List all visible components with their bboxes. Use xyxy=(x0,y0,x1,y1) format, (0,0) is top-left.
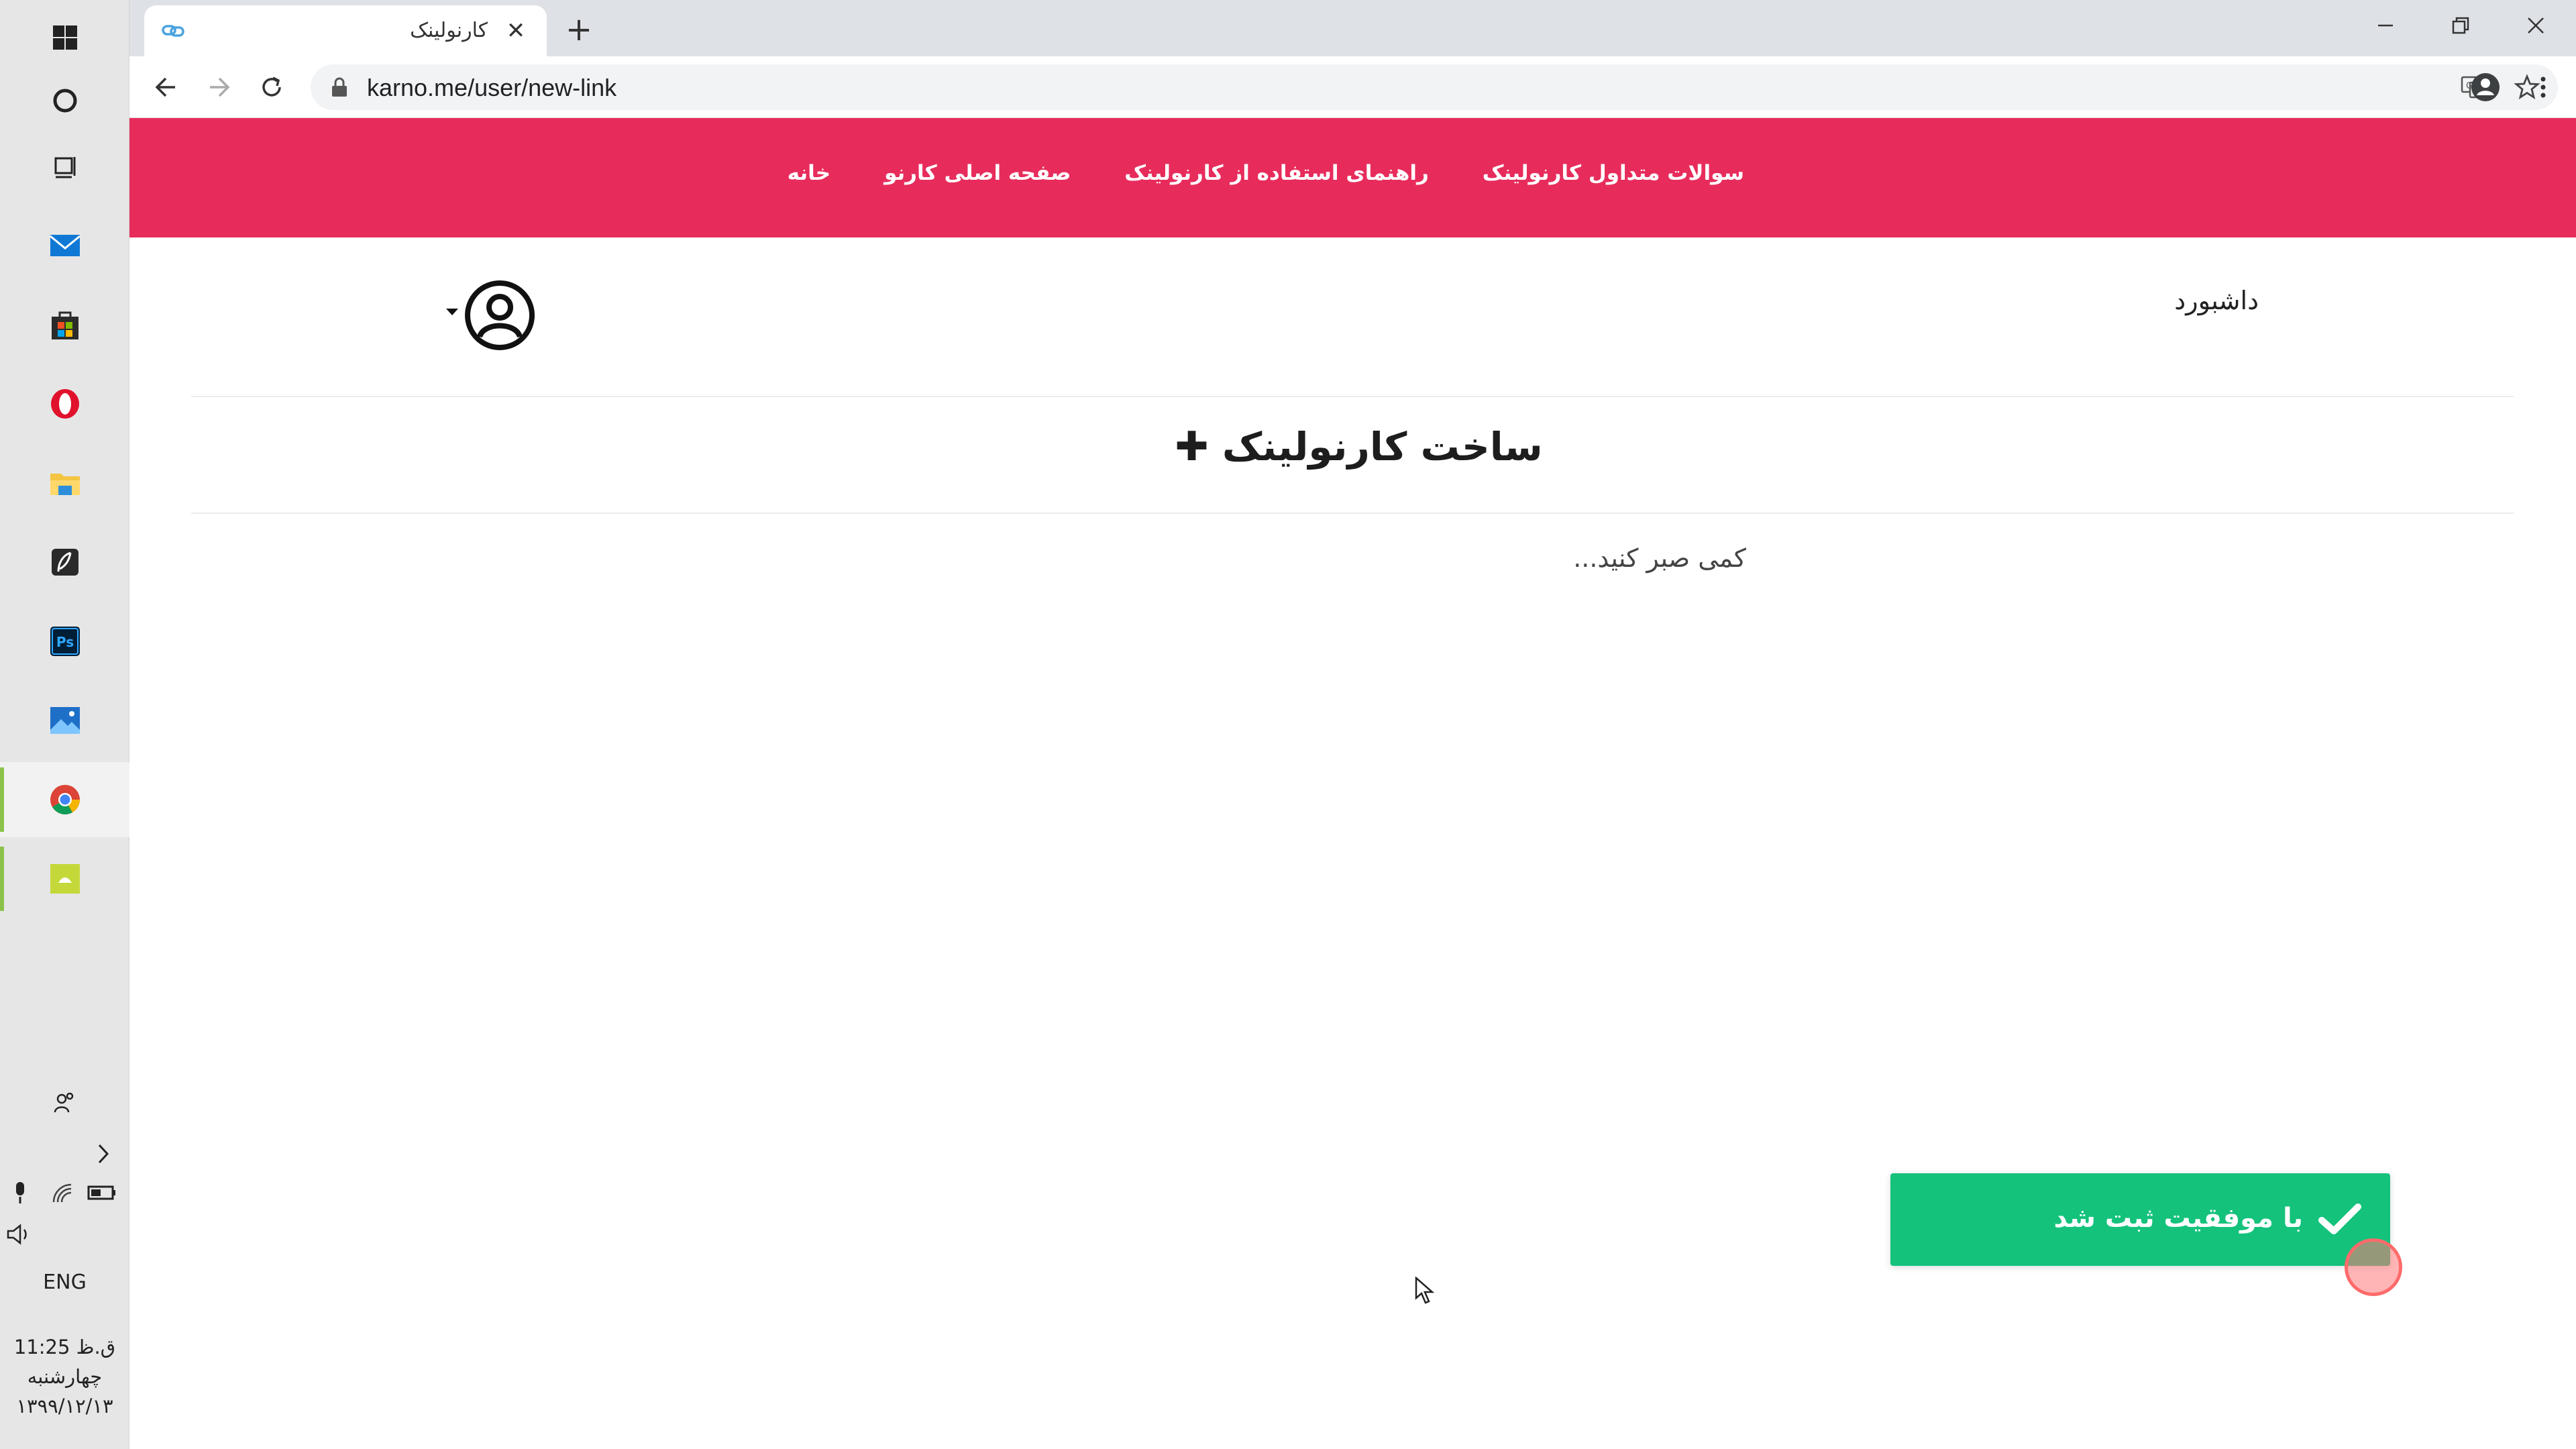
checkmark-icon xyxy=(2318,1203,2361,1234)
close-tab-icon[interactable]: ✕ xyxy=(502,17,529,44)
chrome-app[interactable] xyxy=(0,762,129,837)
reload-icon xyxy=(262,76,281,97)
windows-start-icon xyxy=(52,25,77,50)
opera-app[interactable] xyxy=(0,366,129,441)
green-app[interactable] xyxy=(0,841,129,916)
photoshop-app[interactable]: Ps xyxy=(0,604,129,679)
svg-text:Ps: Ps xyxy=(56,634,73,650)
mouse-cursor-icon xyxy=(1415,1277,1434,1304)
nav-link-faq[interactable]: سوالات متداول کارنولینک xyxy=(1483,161,1744,185)
dashboard-link[interactable]: داشبورد xyxy=(2174,286,2259,315)
address-bar[interactable]: karno.me/user/new-link G xyxy=(311,64,2558,110)
site-navbar: خانه صفحه اصلی کارنو راهنمای استفاده از … xyxy=(129,118,2576,237)
close-window-button[interactable] xyxy=(2498,0,2573,51)
photos-icon xyxy=(50,707,80,734)
photoshop-icon: Ps xyxy=(50,627,80,656)
show-hidden-icons-chevron-icon[interactable] xyxy=(89,1138,118,1170)
battery-icon[interactable] xyxy=(86,1178,118,1208)
microsoft-store-icon xyxy=(51,311,78,339)
divider xyxy=(191,396,2514,397)
mail-icon xyxy=(49,235,80,256)
close-icon xyxy=(2528,17,2544,34)
mail-app[interactable] xyxy=(0,208,129,283)
nav-link-guide[interactable]: راهنمای استفاده از کارنولینک xyxy=(1124,161,1429,185)
toast-message: با موفقیت ثبت شد xyxy=(2053,1203,2303,1234)
tab-title: کارنولینک xyxy=(410,19,488,42)
volume-icon[interactable] xyxy=(4,1220,34,1249)
nav-link-home[interactable]: خانه xyxy=(788,161,830,185)
nav-links: خانه صفحه اصلی کارنو راهنمای استفاده از … xyxy=(788,161,1744,185)
clock-weekday[interactable]: چهارشنبه xyxy=(0,1362,129,1391)
success-toast[interactable]: با موفقیت ثبت شد xyxy=(1890,1173,2390,1266)
clock-date[interactable]: ۱۳۹۹/۱۲/۱۳ xyxy=(0,1391,129,1421)
file-explorer-icon xyxy=(50,474,80,495)
task-view-icon xyxy=(54,157,75,178)
browser-toolbar: karno.me/user/new-link G xyxy=(129,56,2576,118)
kebab-menu-icon xyxy=(2540,76,2546,98)
divider xyxy=(191,513,2514,514)
feather-app-icon xyxy=(51,549,78,576)
nav-link-karno-main[interactable]: صفحه اصلی کارنو xyxy=(884,161,1071,185)
new-tab-button[interactable]: + xyxy=(559,9,599,50)
chrome-icon xyxy=(50,785,80,814)
wifi-icon[interactable] xyxy=(47,1178,76,1208)
task-view-button[interactable] xyxy=(0,129,129,204)
link-favicon-icon xyxy=(162,25,184,37)
plus-icon: ✚ xyxy=(1175,423,1209,470)
create-link-heading: ساخت کارنولینک ✚ xyxy=(129,423,2576,470)
caret-down-icon xyxy=(446,309,458,315)
people-icon[interactable] xyxy=(47,1085,82,1120)
opera-icon xyxy=(50,389,79,419)
browser-tab-strip: کارنولینک ✕ + xyxy=(129,0,2576,56)
toast-timer-indicator xyxy=(2345,1238,2402,1296)
green-app-icon xyxy=(50,864,80,894)
lock-icon xyxy=(332,77,347,97)
user-menu[interactable] xyxy=(446,279,540,353)
cortana-search-icon xyxy=(53,89,76,113)
forward-button[interactable] xyxy=(198,66,241,109)
url-text[interactable]: karno.me/user/new-link xyxy=(367,74,616,102)
user-avatar-icon xyxy=(465,280,535,350)
forward-arrow-icon xyxy=(210,77,230,97)
profile-icon xyxy=(2471,73,2500,101)
store-app[interactable] xyxy=(0,287,129,362)
browser-menu-button[interactable] xyxy=(2522,66,2565,109)
browser-tab[interactable]: کارنولینک ✕ xyxy=(144,5,547,56)
clock-time[interactable]: ق.ظ 11:25 xyxy=(0,1332,129,1362)
back-arrow-icon xyxy=(155,77,175,97)
loading-message: کمی صبر کنید... xyxy=(1573,543,1746,573)
profile-button[interactable] xyxy=(2464,66,2507,109)
minimize-icon xyxy=(2378,24,2393,27)
language-indicator[interactable]: ENG xyxy=(0,1271,129,1294)
file-explorer-app[interactable] xyxy=(0,445,129,521)
feather-app[interactable] xyxy=(0,525,129,600)
windows-taskbar: Ps ENG ق.ظ 11:25 چهارشنبه ۱۳۹۹/۱۲/۱۳ xyxy=(0,0,129,1449)
restore-button[interactable] xyxy=(2423,0,2498,51)
create-link-title: ساخت کارنولینک xyxy=(1222,424,1543,470)
reload-button[interactable] xyxy=(250,66,293,109)
cortana-button[interactable] xyxy=(0,63,129,138)
microphone-icon[interactable] xyxy=(7,1178,34,1208)
photos-app[interactable] xyxy=(0,683,129,758)
back-button[interactable] xyxy=(144,66,187,109)
minimize-button[interactable] xyxy=(2348,0,2423,51)
restore-icon xyxy=(2452,17,2469,34)
